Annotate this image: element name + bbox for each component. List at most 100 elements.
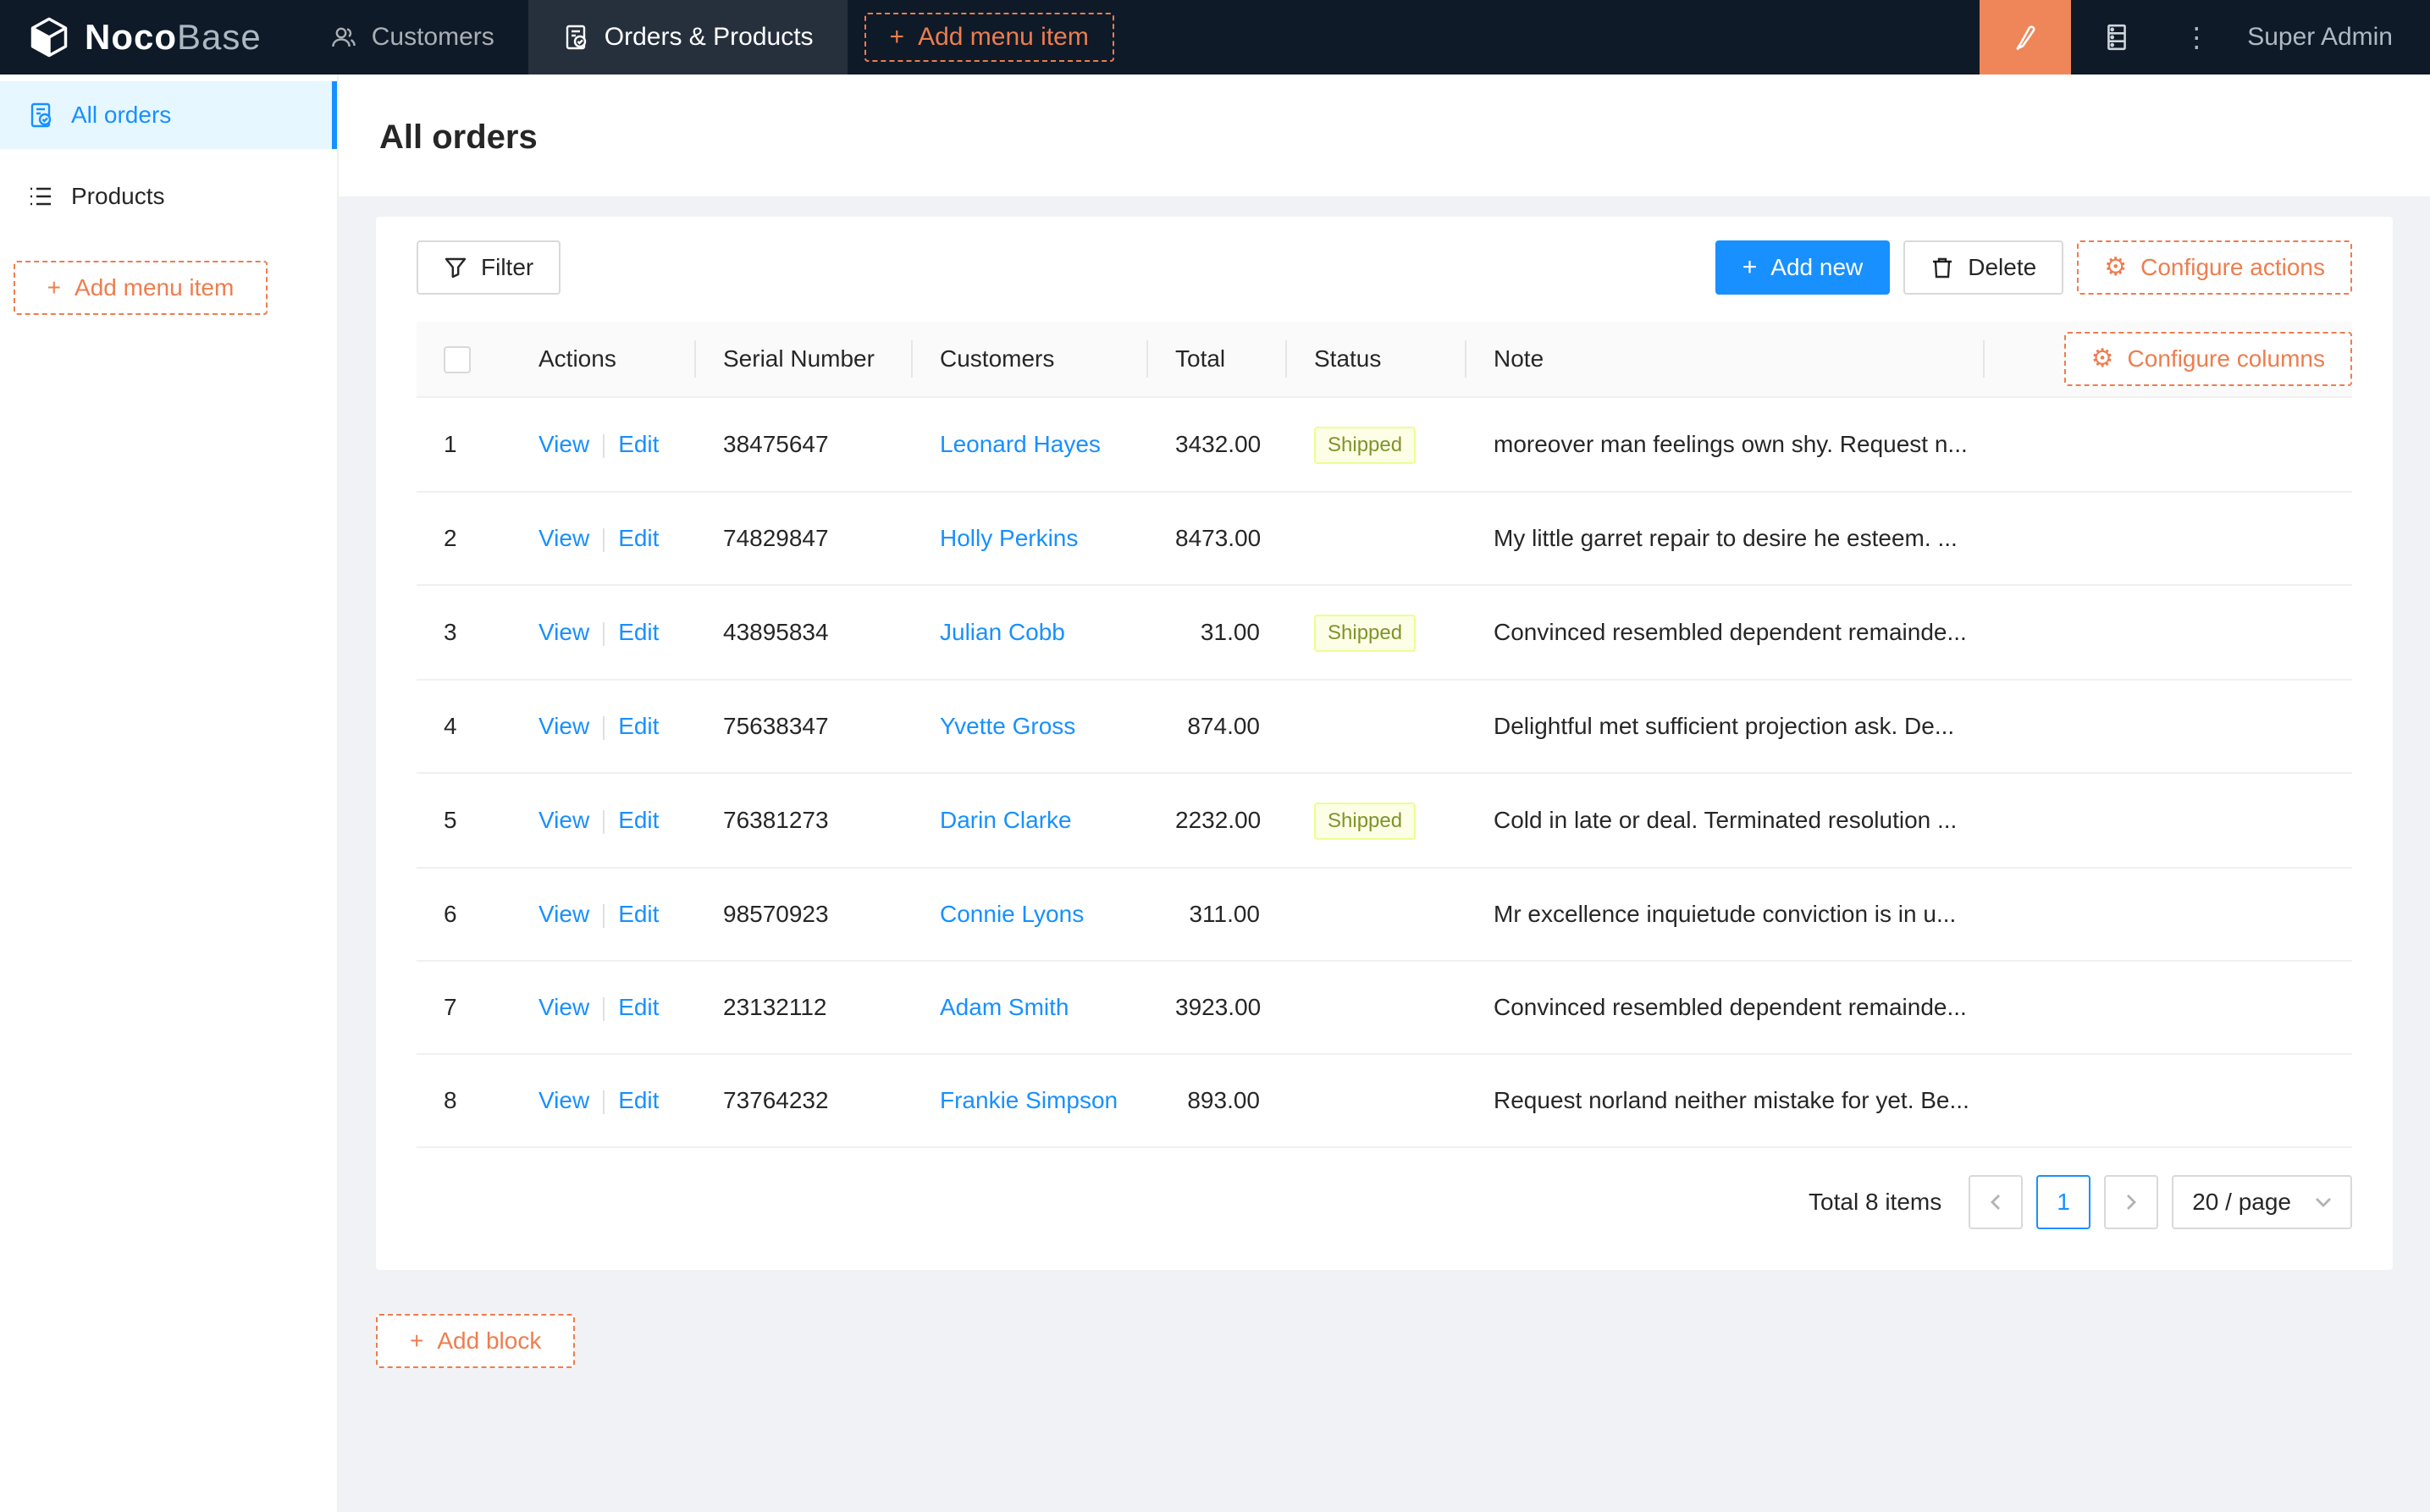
- customer-cell: Connie Lyons: [913, 868, 1148, 962]
- note-cell: Delightful met sufficient projection ask…: [1466, 680, 1985, 774]
- orders-table-block: Filter + Add new Delete ⚙ Configure acti…: [376, 217, 2393, 1270]
- column-header-note[interactable]: Note: [1466, 322, 1985, 398]
- config-spacer-cell: [1985, 397, 2352, 493]
- edit-link[interactable]: Edit: [618, 713, 659, 739]
- filter-icon: [444, 256, 467, 279]
- table-header-row: Actions Serial Number Customers Total Status…: [417, 322, 2352, 398]
- plus-icon: +: [47, 274, 62, 301]
- edit-link[interactable]: Edit: [618, 807, 659, 833]
- pagination-total: Total 8 items: [1809, 1189, 1942, 1215]
- status-badge: Shipped: [1314, 615, 1417, 652]
- view-link[interactable]: View: [538, 525, 589, 551]
- orders-table: Actions Serial Number Customers Total Status…: [417, 322, 2352, 1148]
- customer-link[interactable]: Holly Perkins: [940, 525, 1078, 551]
- total-cell: 31.00: [1148, 585, 1287, 681]
- action-divider: [603, 996, 605, 1021]
- main-nav: Customers Orders & Products + Add menu i…: [295, 0, 1131, 74]
- sidebar: All orders Products + Add menu item: [0, 74, 339, 1512]
- customer-link[interactable]: Julian Cobb: [940, 619, 1065, 645]
- database-button[interactable]: [2071, 0, 2162, 74]
- row-actions-cell: View Edit: [511, 585, 696, 681]
- serial-number-cell: 76381273: [696, 773, 913, 869]
- page-header: All orders: [339, 74, 2430, 196]
- row-index-cell: 1: [417, 397, 511, 493]
- view-link[interactable]: View: [538, 431, 589, 457]
- trash-icon: [1930, 256, 1954, 279]
- view-link[interactable]: View: [538, 807, 589, 833]
- action-divider: [603, 433, 605, 458]
- more-menu-button[interactable]: ⋮: [2162, 0, 2230, 74]
- page-size-select[interactable]: 20 / page: [2172, 1175, 2352, 1229]
- chevron-down-icon: [2315, 1194, 2332, 1211]
- note-cell: moreover man feelings own shy. Request n…: [1466, 397, 1985, 493]
- plus-icon: +: [1742, 253, 1758, 281]
- page-1-button[interactable]: 1: [2036, 1175, 2091, 1229]
- row-actions-cell: View Edit: [511, 492, 696, 586]
- edit-link[interactable]: Edit: [618, 901, 659, 927]
- ui-editor-button[interactable]: [1980, 0, 2072, 74]
- nocobase-logo[interactable]: NocoBase: [0, 0, 295, 74]
- edit-link[interactable]: Edit: [618, 619, 659, 645]
- serial-number-cell: 75638347: [696, 680, 913, 774]
- view-link[interactable]: View: [538, 901, 589, 927]
- configure-columns-button[interactable]: ⚙ Configure columns: [2063, 332, 2352, 386]
- add-new-button[interactable]: + Add new: [1715, 240, 1891, 295]
- prev-page-button[interactable]: [1969, 1175, 2024, 1229]
- view-link[interactable]: View: [538, 994, 589, 1020]
- edit-link[interactable]: Edit: [618, 994, 659, 1020]
- action-divider: [603, 903, 605, 928]
- customer-link[interactable]: Frankie Simpson: [940, 1087, 1118, 1113]
- add-block-button[interactable]: + Add block: [376, 1314, 576, 1368]
- sidebar-item-label: Products: [71, 183, 165, 209]
- add-block-label: Add block: [437, 1327, 542, 1354]
- view-link[interactable]: View: [538, 619, 589, 645]
- sidebar-item-all-orders[interactable]: All orders: [0, 81, 337, 149]
- row-index-cell: 3: [417, 585, 511, 681]
- configure-columns-header-cell: ⚙ Configure columns: [1985, 322, 2352, 398]
- sidebar-item-products[interactable]: Products: [0, 163, 337, 230]
- user-menu[interactable]: Super Admin: [2230, 0, 2430, 74]
- total-cell: 311.00: [1148, 868, 1287, 962]
- vertical-ellipsis-icon: ⋮: [2183, 22, 2211, 52]
- nav-item-customers[interactable]: Customers: [295, 0, 528, 74]
- serial-number-cell: 73764232: [696, 1054, 913, 1148]
- status-cell: [1287, 492, 1466, 586]
- column-header-customers[interactable]: Customers: [913, 322, 1148, 398]
- chevron-right-icon: [2123, 1194, 2140, 1211]
- column-header-actions[interactable]: Actions: [511, 322, 696, 398]
- edit-link[interactable]: Edit: [618, 431, 659, 457]
- serial-number-cell: 43895834: [696, 585, 913, 681]
- customer-link[interactable]: Connie Lyons: [940, 901, 1084, 927]
- view-link[interactable]: View: [538, 1087, 589, 1113]
- table-row: 4 View Edit 75638347 Yvette Gross 874.00 Delig…: [417, 680, 2352, 774]
- column-header-total[interactable]: Total: [1148, 322, 1287, 398]
- logo-base: Base: [177, 17, 262, 57]
- nav-item-orders-products[interactable]: Orders & Products: [527, 0, 848, 74]
- body-wrap: All orders Products + Add menu item All …: [0, 74, 2430, 1512]
- select-all-checkbox[interactable]: [444, 345, 471, 373]
- filter-button[interactable]: Filter: [417, 240, 561, 295]
- nav-item-label: Orders & Products: [604, 23, 814, 51]
- add-menu-item-button-header[interactable]: + Add menu item: [864, 13, 1114, 62]
- add-menu-item-button-sidebar[interactable]: + Add menu item: [14, 261, 268, 315]
- status-cell: [1287, 961, 1466, 1055]
- edit-link[interactable]: Edit: [618, 525, 659, 551]
- file-done-icon: [562, 24, 589, 51]
- add-new-label: Add new: [1770, 254, 1864, 280]
- edit-link[interactable]: Edit: [618, 1087, 659, 1113]
- add-menu-item-label: Add menu item: [918, 23, 1089, 51]
- column-header-serial-number[interactable]: Serial Number: [696, 322, 913, 398]
- top-header: NocoBase Customers Orders & Products + A…: [0, 0, 2430, 74]
- view-link[interactable]: View: [538, 713, 589, 739]
- row-index-cell: 6: [417, 868, 511, 962]
- next-page-button[interactable]: [2104, 1175, 2159, 1229]
- row-index-cell: 4: [417, 680, 511, 774]
- customer-link[interactable]: Adam Smith: [940, 994, 1069, 1020]
- customer-link[interactable]: Darin Clarke: [940, 807, 1072, 833]
- customer-link[interactable]: Leonard Hayes: [940, 431, 1101, 457]
- column-header-status[interactable]: Status: [1287, 322, 1466, 398]
- total-cell: 3923.00: [1148, 961, 1287, 1055]
- customer-link[interactable]: Yvette Gross: [940, 713, 1075, 739]
- configure-actions-button[interactable]: ⚙ Configure actions: [2077, 240, 2352, 295]
- delete-button[interactable]: Delete: [1903, 240, 2064, 295]
